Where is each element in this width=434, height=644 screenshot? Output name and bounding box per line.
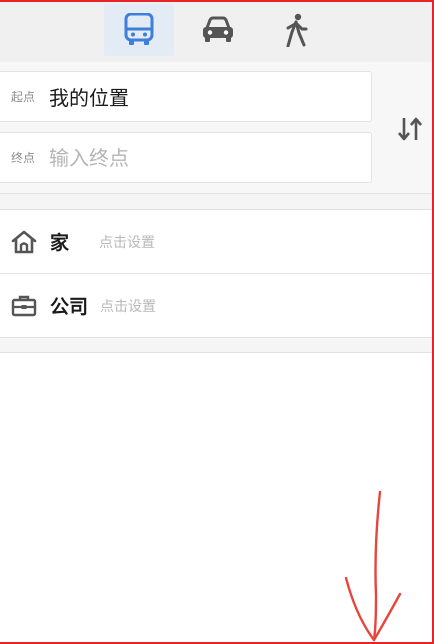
mode-tab-bus[interactable] — [104, 4, 174, 56]
route-input-card: 起点 我的位置 终点 — [0, 62, 432, 194]
walk-icon — [286, 13, 308, 47]
end-input[interactable] — [49, 145, 349, 170]
mode-tab-walk[interactable] — [261, 4, 331, 56]
start-value[interactable]: 我的位置 — [49, 82, 129, 111]
favorite-hint: 点击设置 — [99, 234, 156, 251]
home-icon — [4, 230, 44, 254]
favorite-name: 家 — [50, 232, 70, 254]
briefcase-icon — [4, 295, 44, 317]
favorite-company[interactable]: 公司 点击设置 — [0, 274, 432, 338]
favorite-name: 公司 — [50, 296, 89, 318]
annotation-arrow-icon — [344, 490, 402, 642]
favorites-list: 家 点击设置 公司 点击设置 — [0, 209, 432, 338]
section-divider — [0, 194, 432, 209]
car-icon — [203, 16, 233, 42]
swap-button[interactable] — [392, 112, 428, 146]
end-label: 终点 — [11, 151, 36, 165]
swap-arrows-icon — [398, 117, 422, 141]
favorite-hint: 点击设置 — [100, 298, 157, 315]
favorite-home[interactable]: 家 点击设置 — [0, 210, 432, 274]
start-label: 起点 — [11, 90, 36, 104]
section-divider — [0, 338, 432, 353]
start-field[interactable]: 起点 我的位置 — [0, 71, 372, 122]
mode-tab-car[interactable] — [183, 4, 253, 56]
transport-mode-bar — [0, 0, 432, 62]
bus-icon — [124, 13, 154, 45]
end-field[interactable]: 终点 — [0, 132, 372, 183]
